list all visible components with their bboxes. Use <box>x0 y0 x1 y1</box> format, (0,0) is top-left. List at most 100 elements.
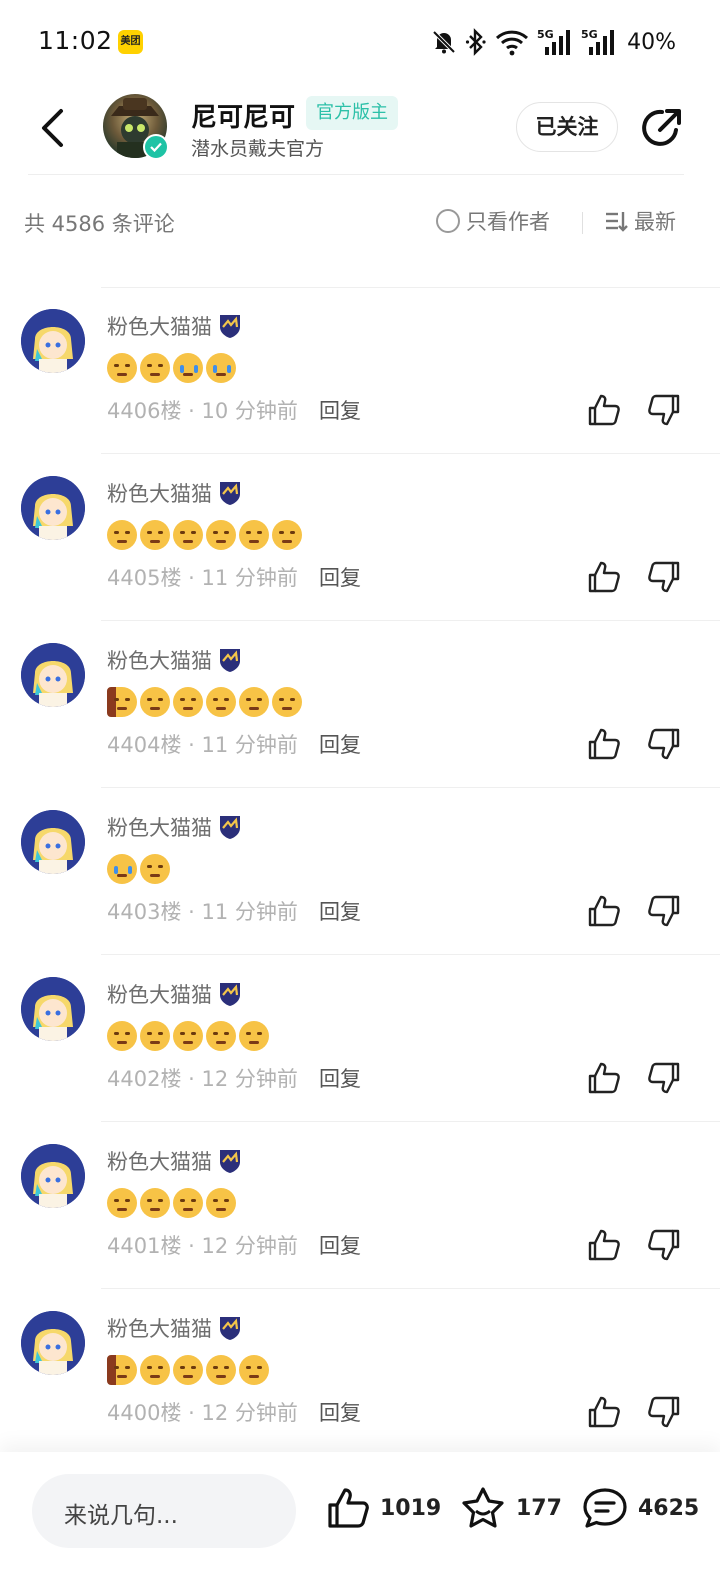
sleepy-emoji-icon <box>140 1355 170 1385</box>
thumbs-up-icon[interactable] <box>587 727 621 761</box>
comment-emoji-content <box>107 520 302 550</box>
comment-username[interactable]: 粉色大猫猫 <box>107 311 242 341</box>
tired-emoji-icon <box>206 520 236 550</box>
author-only-toggle[interactable]: 只看作者 <box>436 206 550 236</box>
comment-item[interactable]: 粉色大猫猫 4402楼 · 12 分钟前 回复 <box>21 955 720 1122</box>
thumbs-down-icon[interactable] <box>647 894 681 928</box>
meta-separator: · <box>181 1234 202 1258</box>
verified-icon <box>143 134 169 160</box>
comment-meta: 4400楼 · 12 分钟前 <box>107 1397 298 1427</box>
5g-signal-icon: 5G <box>581 28 615 55</box>
chevron-left-icon <box>42 109 63 147</box>
username-text: 粉色大猫猫 <box>107 1150 212 1174</box>
comment-username[interactable]: 粉色大猫猫 <box>107 645 242 675</box>
reply-button[interactable]: 回复 <box>319 1230 361 1260</box>
thumbs-up-icon[interactable] <box>587 894 621 928</box>
thumbs-down-icon[interactable] <box>647 1228 681 1262</box>
smug-emoji-icon <box>107 520 137 550</box>
tired-emoji-icon <box>239 687 269 717</box>
follow-button[interactable]: 已关注 <box>516 102 618 152</box>
sort-button[interactable]: 最新 <box>604 206 676 236</box>
floor-number: 4402楼 <box>107 1067 182 1091</box>
username-text: 粉色大猫猫 <box>107 482 212 506</box>
thumbs-up-icon[interactable] <box>587 393 621 427</box>
level-badge-icon <box>218 1148 242 1174</box>
username-text: 粉色大猫猫 <box>107 315 212 339</box>
post-comment-button[interactable]: 4625 <box>582 1486 699 1530</box>
user-avatar[interactable] <box>21 977 85 1041</box>
comment-item[interactable]: 粉色大猫猫 4400楼 · 12 分钟前 回复 <box>21 1289 720 1456</box>
level-badge-icon <box>218 981 242 1007</box>
post-like-button[interactable]: 1019 <box>326 1486 441 1530</box>
meituan-app-icon: 美团 <box>118 30 143 54</box>
comment-filter-bar: 共 4586 条评论 只看作者 最新 <box>0 196 720 248</box>
comment-input[interactable]: 来说几句... <box>32 1474 296 1548</box>
comment-username[interactable]: 粉色大猫猫 <box>107 979 242 1009</box>
author-name[interactable]: 尼可尼可 <box>191 97 295 134</box>
reply-button[interactable]: 回复 <box>319 1063 361 1093</box>
comment-username[interactable]: 粉色大猫猫 <box>107 1313 242 1343</box>
thumbs-down-icon[interactable] <box>647 393 681 427</box>
cry-emoji-icon <box>173 353 203 383</box>
reply-button[interactable]: 回复 <box>319 896 361 926</box>
username-text: 粉色大猫猫 <box>107 816 212 840</box>
user-avatar[interactable] <box>21 1311 85 1375</box>
comment-username[interactable]: 粉色大猫猫 <box>107 812 242 842</box>
smirk-emoji-icon <box>206 1355 236 1385</box>
thumbs-down-icon[interactable] <box>647 1061 681 1095</box>
smug-emoji-icon <box>107 1021 137 1051</box>
smirk-emoji-icon <box>140 854 170 884</box>
user-avatar[interactable] <box>21 1144 85 1208</box>
comment-username[interactable]: 粉色大猫猫 <box>107 1146 242 1176</box>
floor-number: 4406楼 <box>107 399 182 423</box>
thumbs-down-icon[interactable] <box>647 727 681 761</box>
reply-button[interactable]: 回复 <box>319 562 361 592</box>
smirk-emoji-icon <box>272 687 302 717</box>
reply-button[interactable]: 回复 <box>319 395 361 425</box>
comment-item[interactable]: 粉色大猫猫 4404楼 · 11 分钟前 回复 <box>21 621 720 788</box>
floor-number: 4403楼 <box>107 900 182 924</box>
username-text: 粉色大猫猫 <box>107 983 212 1007</box>
comment-item[interactable]: 粉色大猫猫 4405楼 · 11 分钟前 回复 <box>21 454 720 621</box>
reply-button[interactable]: 回复 <box>319 1397 361 1427</box>
smirk-emoji-icon <box>140 687 170 717</box>
thumbs-up-icon[interactable] <box>587 1228 621 1262</box>
comment-item[interactable]: 粉色大猫猫 4406楼 · 10 分钟前 回复 <box>21 287 720 454</box>
author-avatar[interactable] <box>103 94 169 160</box>
share-button[interactable] <box>640 106 684 150</box>
comment-item[interactable]: 粉色大猫猫 4401楼 · 12 分钟前 回复 <box>21 1122 720 1289</box>
thumbs-up-icon[interactable] <box>587 1061 621 1095</box>
tired-emoji-icon <box>206 1188 236 1218</box>
back-button[interactable] <box>32 106 72 150</box>
tired-emoji-icon <box>272 520 302 550</box>
comment-meta: 4402楼 · 12 分钟前 <box>107 1063 298 1093</box>
user-avatar[interactable] <box>21 309 85 373</box>
bluetooth-icon <box>465 28 486 56</box>
user-avatar[interactable] <box>21 643 85 707</box>
thumbs-down-icon[interactable] <box>647 1395 681 1429</box>
reply-button[interactable]: 回复 <box>319 729 361 759</box>
comment-item[interactable]: 粉色大猫猫 4403楼 · 11 分钟前 回复 <box>21 788 720 955</box>
comment-bubble-icon <box>583 1488 627 1528</box>
user-avatar[interactable] <box>21 476 85 540</box>
comment-username[interactable]: 粉色大猫猫 <box>107 478 242 508</box>
post-favorite-button[interactable]: 177 <box>460 1486 562 1530</box>
thumbs-up-icon[interactable] <box>587 1395 621 1429</box>
comment-count: 共 4586 条评论 <box>24 212 175 236</box>
thumbs-up-icon[interactable] <box>587 560 621 594</box>
smug-emoji-icon <box>239 1021 269 1051</box>
comment-time: 12 分钟前 <box>201 1234 298 1258</box>
author-subtitle: 潜水员戴夫官方 <box>191 138 325 160</box>
comment-list: 粉色大猫猫 4406楼 · 10 分钟前 回复 粉色大猫猫 4405楼 · 11 分钟前… <box>0 287 720 1456</box>
share-icon <box>642 109 681 146</box>
header-divider <box>28 174 684 175</box>
comment-time: 11 分钟前 <box>201 733 298 757</box>
thumbs-down-icon[interactable] <box>647 560 681 594</box>
tired-emoji-icon <box>107 1188 137 1218</box>
floor-number: 4400楼 <box>107 1401 182 1425</box>
sleepy-emoji-icon <box>140 1188 170 1218</box>
thumbs-up-icon <box>328 1488 369 1528</box>
user-avatar[interactable] <box>21 810 85 874</box>
comment-emoji-content <box>107 854 170 884</box>
smirk-emoji-icon <box>173 1355 203 1385</box>
